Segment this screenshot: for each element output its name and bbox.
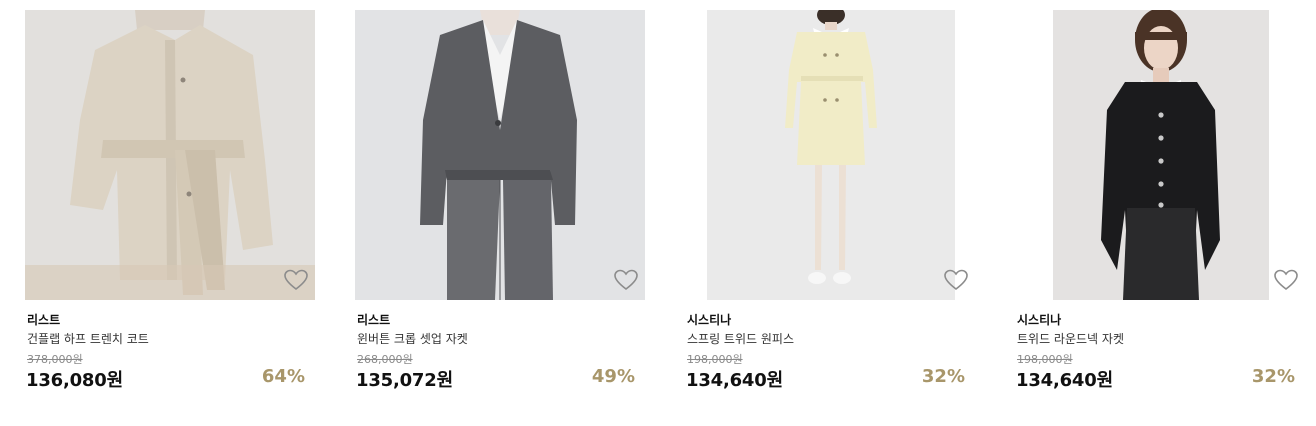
product-sale-price: 134,640원 bbox=[1016, 370, 1113, 391]
product-image-tweed-jacket[interactable] bbox=[1015, 10, 1305, 300]
heart-outline-icon bbox=[944, 269, 968, 291]
product-image-trench-coat[interactable] bbox=[25, 10, 315, 300]
gray-cropped-jacket-photo bbox=[355, 10, 645, 300]
wishlist-heart-button[interactable] bbox=[1273, 268, 1299, 292]
product-brand: 리스트 bbox=[357, 313, 391, 327]
product-name[interactable]: 트위드 라운드넥 자켓 bbox=[1017, 330, 1124, 347]
product-brand: 시스티나 bbox=[1017, 313, 1062, 327]
product-sale-price: 135,072원 bbox=[356, 370, 453, 391]
wishlist-heart-button[interactable] bbox=[283, 268, 309, 292]
heart-outline-icon bbox=[1274, 269, 1298, 291]
product-card[interactable]: 리스트 건플랩 하프 트렌치 코트 378,000원 136,080원 64% bbox=[25, 0, 325, 400]
product-brand: 시스티나 bbox=[687, 313, 732, 327]
product-original-price: 378,000원 bbox=[27, 353, 83, 366]
product-name[interactable]: 스프링 트위드 원피스 bbox=[687, 330, 794, 347]
product-discount-rate: 49% bbox=[591, 366, 635, 387]
product-name[interactable]: 건플랩 하프 트렌치 코트 bbox=[27, 330, 149, 347]
product-sale-price: 136,080원 bbox=[26, 370, 123, 391]
product-image-tweed-dress[interactable] bbox=[685, 10, 975, 300]
product-discount-rate: 32% bbox=[1251, 366, 1295, 387]
product-image-cropped-jacket[interactable] bbox=[355, 10, 645, 300]
product-original-price: 268,000원 bbox=[357, 353, 413, 366]
product-grid: 리스트 건플랩 하프 트렌치 코트 378,000원 136,080원 64% bbox=[0, 0, 1316, 426]
product-discount-rate: 32% bbox=[921, 366, 965, 387]
wishlist-heart-button[interactable] bbox=[613, 268, 639, 292]
product-sale-price: 134,640원 bbox=[686, 370, 783, 391]
product-card[interactable]: 시스티나 트위드 라운드넥 자켓 198,000원 134,640원 32% bbox=[1015, 0, 1315, 400]
heart-outline-icon bbox=[284, 269, 308, 291]
product-card[interactable]: 리스트 윈버튼 크롭 셋업 자켓 268,000원 135,072원 49% bbox=[355, 0, 655, 400]
wishlist-heart-button[interactable] bbox=[943, 268, 969, 292]
product-discount-rate: 64% bbox=[261, 366, 305, 387]
beige-trench-coat-photo bbox=[25, 10, 315, 300]
product-brand: 리스트 bbox=[27, 313, 61, 327]
black-tweed-jacket-photo bbox=[1015, 10, 1305, 300]
heart-outline-icon bbox=[614, 269, 638, 291]
product-card[interactable]: 시스티나 스프링 트위드 원피스 198,000원 134,640원 32% bbox=[685, 0, 985, 400]
product-name[interactable]: 윈버튼 크롭 셋업 자켓 bbox=[357, 330, 468, 347]
product-original-price: 198,000원 bbox=[1017, 353, 1073, 366]
product-original-price: 198,000원 bbox=[687, 353, 743, 366]
cream-tweed-dress-photo bbox=[685, 10, 975, 300]
